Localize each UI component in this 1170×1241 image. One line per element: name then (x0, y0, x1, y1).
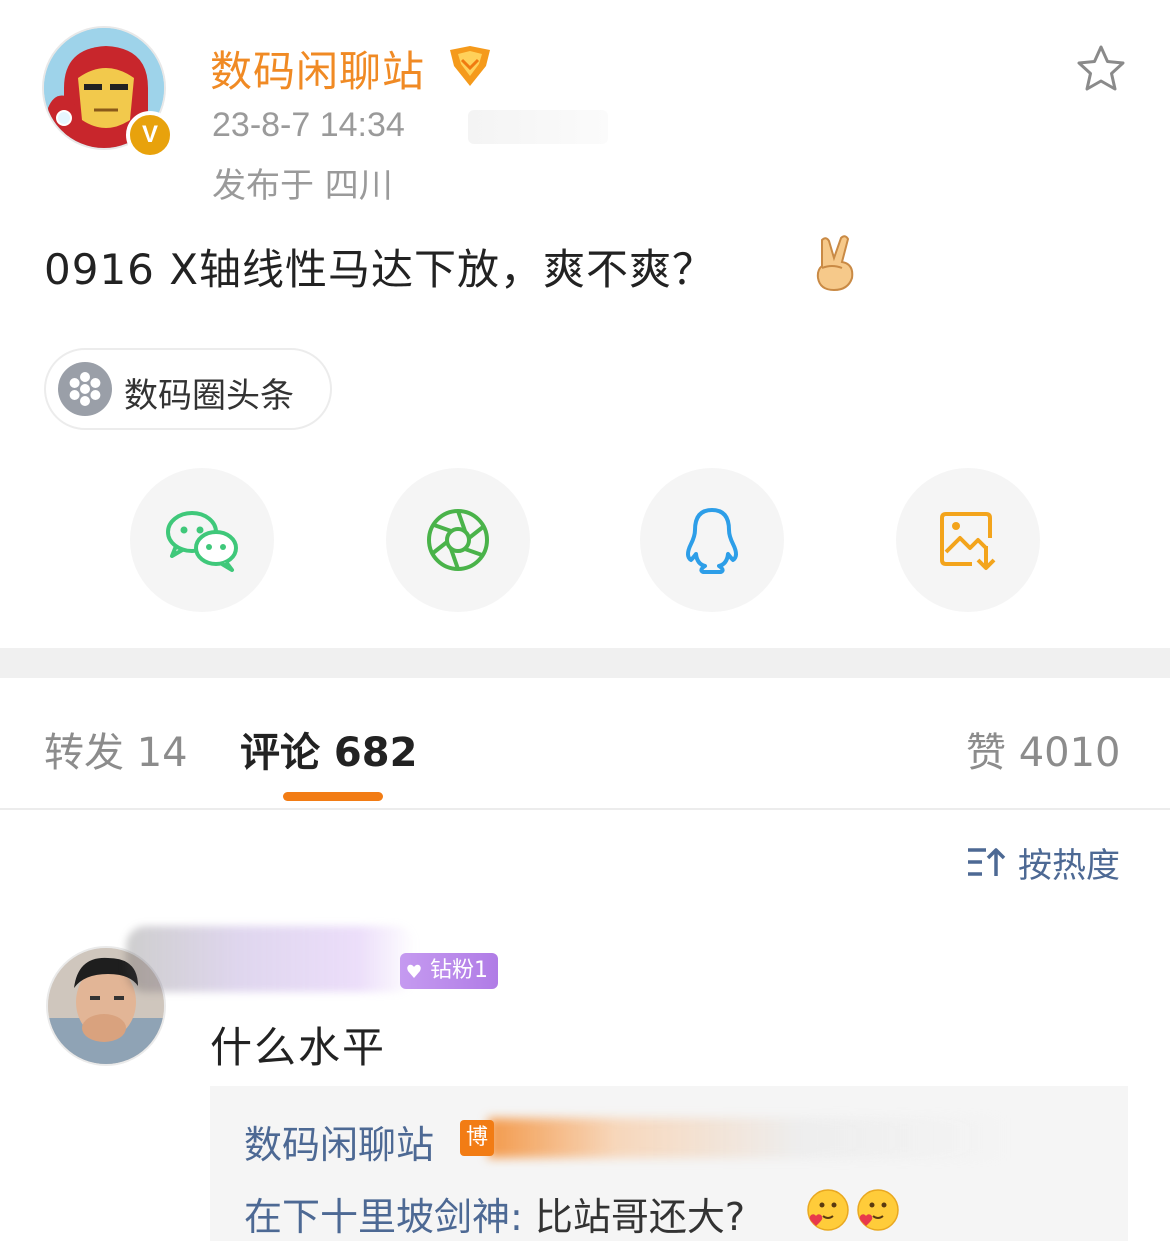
qq-penguin-icon (686, 508, 738, 574)
redacted-badge-area (488, 1118, 1008, 1158)
share-qq-button[interactable] (640, 468, 784, 612)
share-moments-button[interactable] (386, 468, 530, 612)
sort-label: 按热度 (1018, 845, 1120, 886)
medal-icon (446, 44, 494, 88)
verified-badge: V (126, 111, 174, 159)
comment-text: 什么水平 (210, 1023, 387, 1072)
sort-by-hot-button[interactable]: 按热度 (966, 840, 1120, 886)
reply-separator: : (510, 1195, 523, 1239)
image-download-icon (940, 512, 996, 570)
topic-label[interactable]: 数码圈头条 (124, 368, 294, 417)
blogger-badge: 博 (460, 1120, 494, 1156)
reply-author-name[interactable]: 数码闲聊站 (244, 1114, 434, 1169)
reply-line: 在下十里坡剑神: 比站哥还大? (244, 1186, 745, 1241)
author-name[interactable]: 数码闲聊站 (210, 38, 425, 99)
love-emoji-icon (856, 1188, 900, 1232)
save-image-button[interactable] (896, 468, 1040, 612)
tabs-divider (0, 808, 1170, 810)
active-tab-indicator (283, 792, 383, 801)
topic-icon (58, 362, 112, 416)
redacted-area (468, 110, 608, 144)
sort-icon (968, 848, 1006, 876)
post-time: 23-8-7 14:34 (212, 106, 405, 144)
tab-like[interactable]: 赞 4010 (966, 720, 1121, 778)
share-wechat-button[interactable] (130, 468, 274, 612)
reply-user-name[interactable]: 在下十里坡剑神 (244, 1195, 510, 1239)
wechat-icon (166, 511, 238, 572)
heart-shield-icon (406, 963, 422, 979)
post-content: 0916 X轴线性马达下放，爽不爽？ (44, 245, 716, 294)
redacted-username (126, 926, 416, 992)
section-divider (0, 648, 1170, 678)
aperture-icon (427, 509, 489, 571)
reply-message: 比站哥还大? (522, 1195, 746, 1239)
favorite-star-icon[interactable] (1074, 42, 1128, 96)
love-emoji-icon (806, 1188, 850, 1232)
post-location: 发布于 四川 (212, 166, 393, 206)
tab-repost[interactable]: 转发 14 (44, 720, 188, 778)
victory-hand-icon (808, 234, 864, 292)
tab-comment[interactable]: 评论 682 (240, 720, 417, 778)
